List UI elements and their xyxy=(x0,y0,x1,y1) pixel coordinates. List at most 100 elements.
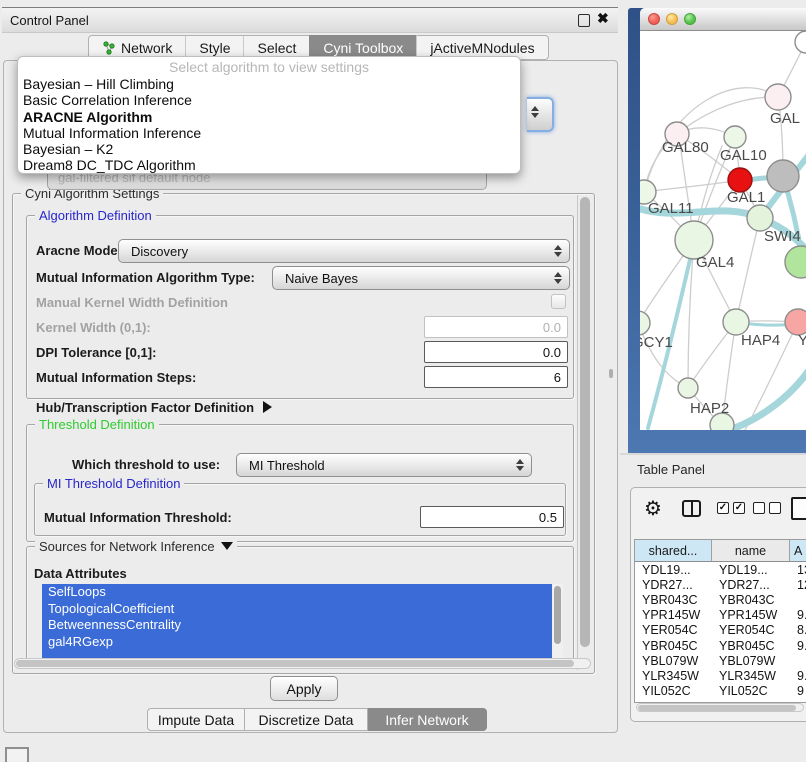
network-edge[interactable] xyxy=(644,180,740,192)
table-header: shared... name A xyxy=(635,540,806,562)
network-canvas[interactable]: GALGAL80GAL10GAL1GAL11SWI4GAL4GCY1HAP4YH… xyxy=(640,30,806,430)
algorithm-option[interactable]: Dream8 DC_TDC Algorithm xyxy=(18,157,520,173)
tab-label: Select xyxy=(257,40,296,56)
aracne-mode-combo[interactable]: Discovery xyxy=(118,239,570,263)
tab-label: Cyni Toolbox xyxy=(323,40,403,56)
mi-threshold-field[interactable] xyxy=(420,506,564,528)
table-cell: 13 xyxy=(790,563,806,577)
kernel-width-field[interactable] xyxy=(424,316,568,338)
close-panel-icon[interactable]: ✖ xyxy=(597,10,609,27)
mi-type-value: Naive Bayes xyxy=(285,271,358,286)
panel-divider-handle[interactable] xyxy=(609,369,613,378)
column-header-name[interactable]: name xyxy=(712,540,790,562)
table-row[interactable]: YER054CYER054C8. xyxy=(635,623,806,638)
table-cell: YPR145W xyxy=(712,608,790,622)
network-node[interactable] xyxy=(765,84,791,110)
minimize-window-icon[interactable] xyxy=(666,13,678,25)
algorithm-option[interactable]: Basic Correlation Inference xyxy=(18,92,520,108)
algorithm-placeholder: Select algorithm to view settings xyxy=(18,59,520,76)
split-table-icon[interactable] xyxy=(682,500,701,517)
node-label: GAL1 xyxy=(727,189,765,206)
node-label: Y xyxy=(798,332,806,349)
settings-hscrollbar-thumb[interactable] xyxy=(16,660,574,667)
combo-spinner xyxy=(531,106,552,118)
table-row[interactable]: YBR043CYBR043C xyxy=(635,592,806,607)
table-row[interactable]: YPR145WYPR145W9. xyxy=(635,608,806,623)
table-cell: YBR043C xyxy=(635,593,712,607)
table-row[interactable]: YBL079WYBL079W xyxy=(635,653,806,668)
algorithm-option[interactable]: Bayesian – K2 xyxy=(18,141,520,157)
attribute-item[interactable]: BetweennessCentrality xyxy=(42,617,552,634)
settings-scrollbar-thumb[interactable] xyxy=(580,197,590,647)
algorithm-option-selected[interactable]: ARACNE Algorithm xyxy=(18,109,520,125)
network-node[interactable] xyxy=(724,126,746,148)
attribute-item[interactable]: TopologicalCoefficient xyxy=(42,601,552,618)
tab-infer-network[interactable]: Infer Network xyxy=(368,708,487,731)
tab-discretize-data[interactable]: Discretize Data xyxy=(245,708,368,731)
table-row[interactable]: YIL052CYIL052C9 xyxy=(635,684,806,699)
table-cell: YBL079W xyxy=(712,654,790,668)
tab-impute-data[interactable]: Impute Data xyxy=(147,708,245,731)
network-edge[interactable] xyxy=(736,218,760,322)
table-cell: YBR043C xyxy=(712,593,790,607)
table-row[interactable]: YDL19...YDL19...13 xyxy=(635,562,806,577)
which-threshold-combo[interactable]: MI Threshold xyxy=(236,453,532,477)
network-window[interactable]: GALGAL80GAL10GAL1GAL11SWI4GAL4GCY1HAP4YH… xyxy=(640,8,806,430)
hub-definition-toggle[interactable]: Hub/Transcription Factor Definition xyxy=(36,399,272,417)
deselect-all-checkbox-icon[interactable] xyxy=(753,502,765,514)
network-node[interactable] xyxy=(640,311,650,335)
table-cell: YBR045C xyxy=(712,639,790,653)
algorithm-option[interactable]: Bayesian – Hill Climbing xyxy=(18,76,520,92)
zoom-window-icon[interactable] xyxy=(684,13,696,25)
attribute-item[interactable]: gal4RGexp xyxy=(42,634,552,651)
minimized-panel-icon[interactable] xyxy=(5,747,29,762)
float-window-icon[interactable] xyxy=(578,14,590,27)
export-table-icon[interactable] xyxy=(791,497,806,520)
table-row[interactable]: YDR27...YDR27...12 xyxy=(635,577,806,592)
mi-type-label: Mutual Information Algorithm Type: xyxy=(36,270,255,285)
node-label: GAL80 xyxy=(662,139,709,156)
node-label: GAL xyxy=(770,110,800,127)
mi-type-combo[interactable]: Naive Bayes xyxy=(272,266,570,290)
network-edge[interactable] xyxy=(640,323,688,388)
collapse-down-icon[interactable] xyxy=(221,542,233,550)
aracne-mode-label: Aracne Mode: xyxy=(36,243,122,258)
select-all-checkbox-icon[interactable]: ✓ xyxy=(717,502,729,514)
table-row[interactable]: YBR045CYBR045C9. xyxy=(635,638,806,653)
algorithm-option[interactable]: Mutual Information Inference xyxy=(18,125,520,141)
network-node[interactable] xyxy=(785,246,806,278)
inference-algorithm-combo-fragment[interactable] xyxy=(527,97,554,132)
network-node[interactable] xyxy=(678,378,698,398)
table-hscrollbar-thumb[interactable] xyxy=(638,705,796,711)
tab-label: Style xyxy=(199,40,230,56)
table-cell: 9. xyxy=(790,608,806,622)
mi-threshold-group-title: MI Threshold Definition xyxy=(43,476,184,491)
panel-separator xyxy=(620,453,806,455)
control-panel-title: Control Panel xyxy=(2,13,89,28)
data-attributes-list[interactable]: SelfLoops TopologicalCoefficient Between… xyxy=(42,584,552,658)
application-window: Control Panel ✖ Network Style Select Cyn… xyxy=(0,0,806,762)
apply-button[interactable]: Apply xyxy=(270,676,338,701)
table-cell: YDR27... xyxy=(712,578,790,592)
column-header-partial[interactable]: A xyxy=(790,540,806,562)
combo-spinner xyxy=(554,245,565,257)
attributes-scrollbar-thumb[interactable] xyxy=(554,586,561,644)
expand-right-icon xyxy=(263,401,272,413)
manual-kernel-checkbox[interactable] xyxy=(551,294,566,309)
network-window-titlebar[interactable] xyxy=(640,8,806,31)
attribute-item[interactable]: SelfLoops xyxy=(42,584,552,601)
which-threshold-label: Which threshold to use: xyxy=(72,457,220,472)
network-node[interactable] xyxy=(767,160,799,192)
column-header-shared-name[interactable]: shared... xyxy=(635,540,712,562)
deselect-all-checkbox-icon[interactable] xyxy=(769,502,781,514)
dpi-tolerance-field[interactable] xyxy=(424,341,568,363)
close-window-icon[interactable] xyxy=(648,13,660,25)
gear-icon[interactable]: ⚙ xyxy=(644,496,662,522)
mi-steps-field[interactable] xyxy=(424,366,568,388)
table-cell: YDL19... xyxy=(712,563,790,577)
combo-spinner xyxy=(516,459,527,471)
node-label: HAP4 xyxy=(741,332,780,349)
select-all-checkbox-icon[interactable]: ✓ xyxy=(733,502,745,514)
table-row[interactable]: YLR345WYLR345W9. xyxy=(635,668,806,683)
network-node[interactable] xyxy=(795,31,806,53)
